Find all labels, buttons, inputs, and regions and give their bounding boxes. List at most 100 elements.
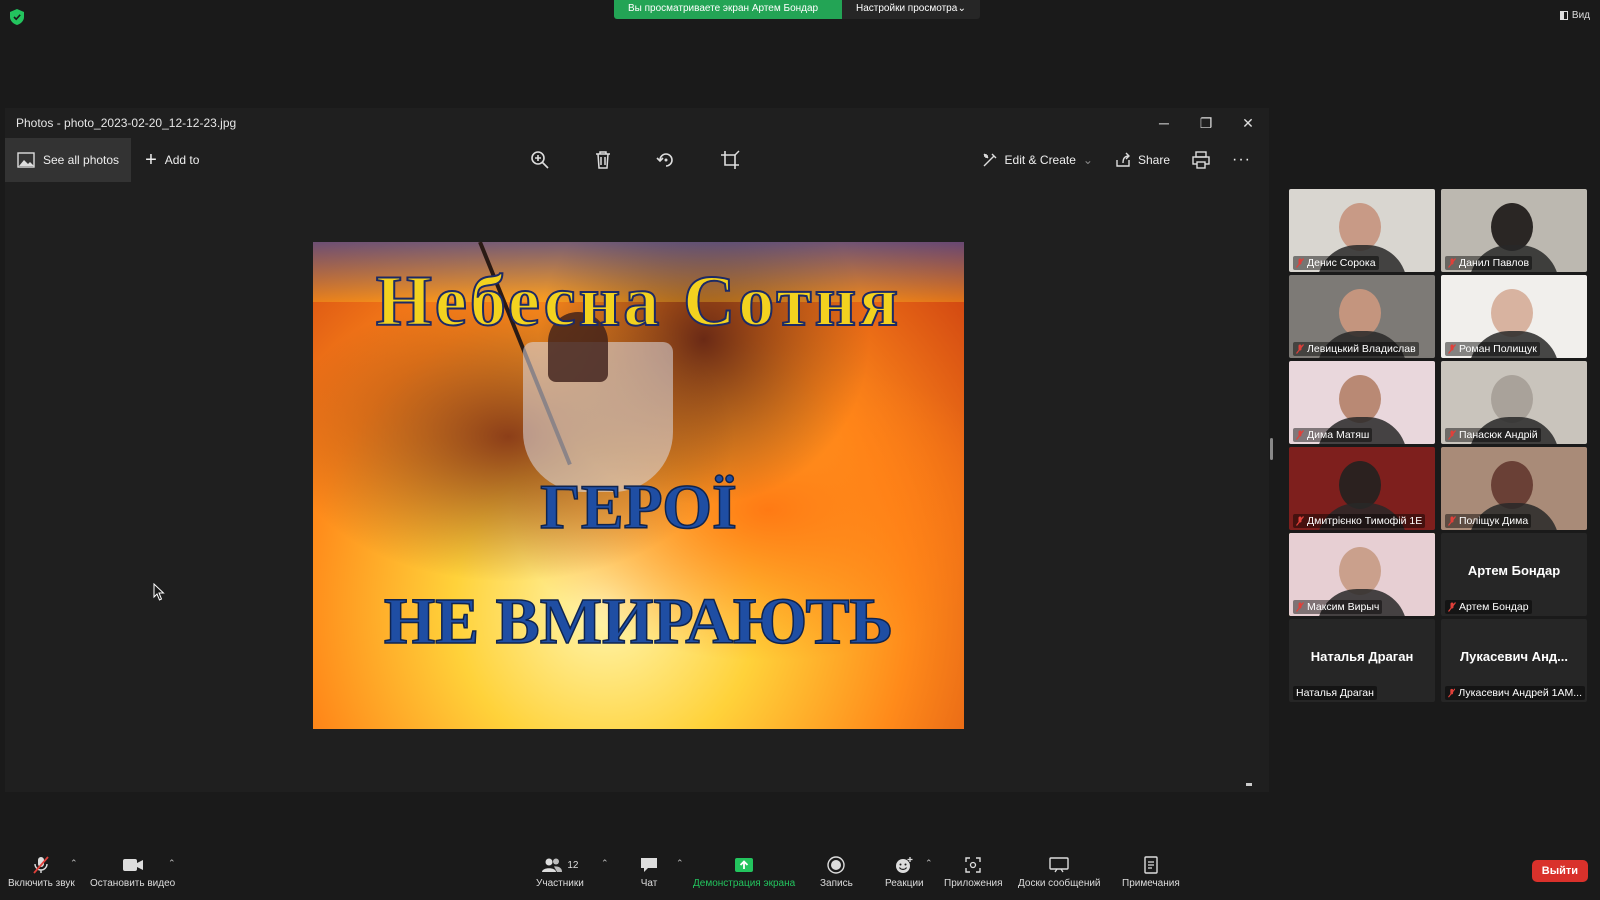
gallery-icon xyxy=(17,152,35,168)
participant-name: Левицький Владислав xyxy=(1307,343,1416,355)
rotate-icon[interactable] xyxy=(656,150,676,170)
participant-name-tag: Дмитрієнко Тимофій 1Е xyxy=(1293,514,1426,528)
participant-tile[interactable]: Лукасевич Анд... Лукасевич Андрей 1АМ... xyxy=(1441,619,1587,702)
photos-titlebar: Photos - photo_2023-02-20_12-12-23.jpg ─… xyxy=(5,108,1269,138)
reactions-label: Реакции xyxy=(885,878,924,889)
participant-name-tag: Лукасевич Андрей 1АМ... xyxy=(1445,686,1585,700)
participant-face xyxy=(1491,289,1533,337)
participant-name-tag: Поліщук Дима xyxy=(1445,514,1532,528)
reactions-button[interactable]: Реакции xyxy=(885,856,924,889)
reactions-options-chevron-icon[interactable]: ⌃ xyxy=(925,858,933,869)
participant-name: Панасюк Андрій xyxy=(1459,429,1538,441)
participant-name: Лукасевич Андрей 1АМ... xyxy=(1458,687,1582,699)
participant-tile[interactable]: Левицький Владислав xyxy=(1289,275,1435,358)
microphone-muted-icon xyxy=(1296,344,1304,354)
apps-button[interactable]: Приложения xyxy=(944,856,1003,889)
participant-tile[interactable]: Максим Вирыч xyxy=(1289,533,1435,616)
displayed-photo: Небесна Сотня ГЕРОЇ НЕ ВМИРАЮТЬ xyxy=(313,242,964,729)
audio-options-chevron-icon[interactable]: ⌃ xyxy=(70,858,78,869)
participants-count: 12 xyxy=(567,859,579,871)
security-shield-icon[interactable] xyxy=(10,9,24,25)
microphone-muted-icon xyxy=(1448,688,1456,698)
share-button[interactable]: Share xyxy=(1115,152,1170,168)
participant-name: Денис Сорока xyxy=(1307,257,1376,269)
record-label: Запись xyxy=(820,878,853,889)
notes-button[interactable]: Примечания xyxy=(1122,856,1180,889)
participant-display-name: Артем Бондар xyxy=(1467,563,1561,578)
microphone-muted-icon xyxy=(1296,258,1304,268)
participant-face xyxy=(1339,289,1381,337)
participant-tile[interactable]: Панасюк Андрій xyxy=(1441,361,1587,444)
chat-button[interactable]: Чат xyxy=(640,856,658,889)
participant-tile[interactable]: Поліщук Дима xyxy=(1441,447,1587,530)
participants-options-chevron-icon[interactable]: ⌃ xyxy=(601,858,609,869)
edit-create-button[interactable]: Edit & Create ⌄ xyxy=(982,152,1093,168)
participant-name-tag: Панасюк Андрій xyxy=(1445,428,1541,442)
leave-meeting-button[interactable]: Выйти xyxy=(1531,860,1588,882)
participant-name-tag: Роман Полищук xyxy=(1445,342,1540,356)
view-button[interactable]: Вид xyxy=(1559,10,1590,21)
restore-icon[interactable]: ❐ xyxy=(1185,108,1227,138)
share-screen-button[interactable]: Демонстрация экрана xyxy=(693,856,795,889)
microphone-muted-icon xyxy=(1448,258,1456,268)
participant-tile[interactable]: Дима Матяш xyxy=(1289,361,1435,444)
participant-name: Поліщук Дима xyxy=(1459,515,1529,527)
participant-name: Роман Полищук xyxy=(1459,343,1537,355)
participant-face xyxy=(1339,203,1381,251)
chat-icon xyxy=(641,858,657,872)
participant-face xyxy=(1339,461,1381,509)
apps-icon xyxy=(965,857,981,873)
microphone-muted-icon xyxy=(1296,602,1304,612)
participant-tile[interactable]: Дмитрієнко Тимофій 1Е xyxy=(1289,447,1435,530)
more-options-icon[interactable]: ··· xyxy=(1232,151,1251,169)
close-icon[interactable]: ✕ xyxy=(1227,108,1269,138)
view-options-dropdown[interactable]: Настройки просмотра ⌄ xyxy=(842,0,980,19)
video-options-chevron-icon[interactable]: ⌃ xyxy=(168,858,176,869)
participant-face xyxy=(1491,375,1533,423)
microphone-muted-icon xyxy=(1296,516,1304,526)
crop-icon[interactable] xyxy=(720,150,740,170)
participant-face xyxy=(1491,461,1533,509)
shared-screen: Photos - photo_2023-02-20_12-12-23.jpg ─… xyxy=(5,108,1269,892)
viewing-screen-label: Вы просматриваете экран Артем Бондар xyxy=(614,0,842,19)
participants-button[interactable]: 12 Участники xyxy=(536,856,584,889)
share-screen-label: Демонстрация экрана xyxy=(693,878,796,889)
photos-toolbar: See all photos + Add to Edit & Create ⌄ … xyxy=(5,138,1269,182)
zoom-in-icon[interactable] xyxy=(530,150,550,170)
unmute-button[interactable]: Включить звук xyxy=(8,856,75,889)
add-to-button[interactable]: + Add to xyxy=(131,150,213,170)
participant-tile[interactable]: Роман Полищук xyxy=(1441,275,1587,358)
whiteboards-button[interactable]: Доски сообщений xyxy=(1018,856,1101,889)
participant-tile[interactable]: Наталья Драган Наталья Драган xyxy=(1289,619,1435,702)
gallery-resize-handle[interactable] xyxy=(1270,438,1273,460)
participants-icon xyxy=(542,858,563,872)
delete-icon[interactable] xyxy=(594,150,612,170)
plus-icon: + xyxy=(145,149,157,171)
record-icon xyxy=(827,856,846,874)
microphone-muted-icon xyxy=(1296,430,1304,440)
share-screen-icon xyxy=(735,858,754,872)
participant-tile[interactable]: Данил Павлов xyxy=(1441,189,1587,272)
participant-name: Данил Павлов xyxy=(1459,257,1530,269)
view-layout-icon xyxy=(1559,11,1568,20)
microphone-muted-icon xyxy=(1448,516,1456,526)
edit-create-label: Edit & Create xyxy=(1004,153,1076,167)
participant-tile[interactable]: Артем Бондар Артем Бондар xyxy=(1441,533,1587,616)
minimize-icon[interactable]: ─ xyxy=(1143,108,1185,138)
print-icon[interactable] xyxy=(1192,151,1210,169)
stop-video-button[interactable]: Остановить видео xyxy=(90,856,175,889)
see-all-photos-button[interactable]: See all photos xyxy=(5,138,132,182)
participant-tile[interactable]: Денис Сорока xyxy=(1289,189,1435,272)
participant-name: Максим Вирыч xyxy=(1307,601,1380,613)
notes-icon xyxy=(1144,856,1158,874)
share-label: Share xyxy=(1137,153,1171,167)
whiteboards-label: Доски сообщений xyxy=(1018,878,1101,889)
participant-face xyxy=(1339,547,1381,595)
share-icon xyxy=(1116,152,1130,167)
participant-name: Дима Матяш xyxy=(1307,429,1370,441)
edit-create-icon xyxy=(983,153,997,167)
record-button[interactable]: Запись xyxy=(820,856,853,889)
chat-options-chevron-icon[interactable]: ⌃ xyxy=(676,858,684,869)
participant-name-tag: Артем Бондар xyxy=(1445,600,1532,614)
microphone-muted-icon xyxy=(1448,344,1456,354)
